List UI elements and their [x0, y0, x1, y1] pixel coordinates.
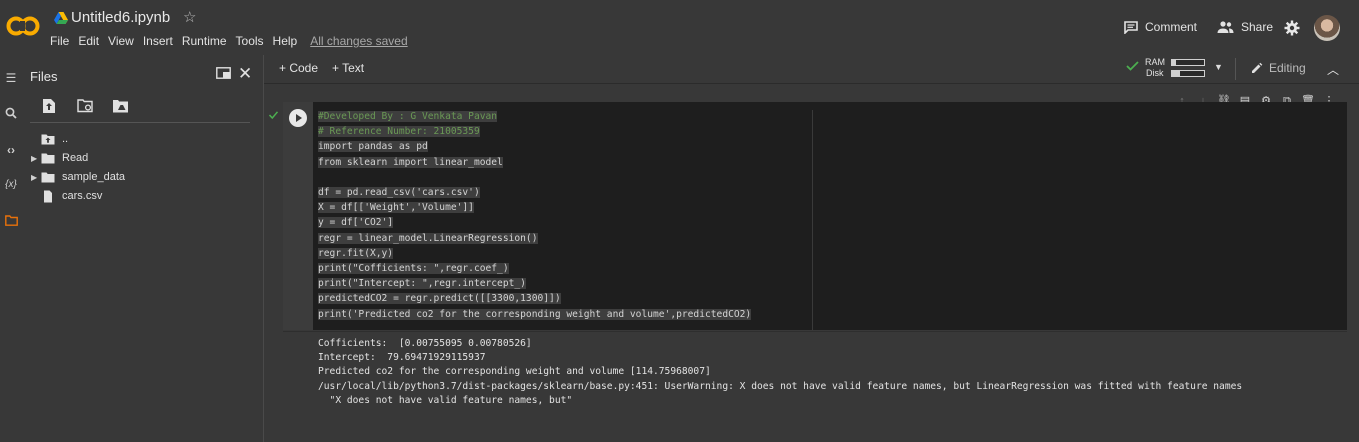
- expand-arrow-icon[interactable]: ▶: [31, 173, 41, 182]
- refresh-folder-icon[interactable]: [77, 99, 94, 113]
- menu-tools[interactable]: Tools: [236, 34, 264, 48]
- drive-icon: [54, 12, 68, 24]
- star-icon[interactable]: ☆: [183, 8, 196, 26]
- files-panel: [22, 55, 264, 442]
- code-line[interactable]: print("Cofficients: ",regr.coef_): [318, 262, 509, 277]
- code-line[interactable]: #Developed By : G Venkata Pavan: [318, 110, 498, 125]
- files-panel-title: Files: [30, 69, 58, 84]
- menu-file[interactable]: File: [50, 34, 69, 48]
- folder-icon[interactable]: [3, 215, 19, 231]
- menu-view[interactable]: View: [108, 34, 134, 48]
- left-rail: ☰ ‹› {x}: [0, 55, 22, 442]
- output-text: Cofficients: [0.00755095 0.00780526] Int…: [318, 338, 1243, 406]
- code-line[interactable]: print('Predicted co2 for the correspondi…: [318, 308, 752, 323]
- menu-insert[interactable]: Insert: [143, 34, 173, 48]
- run-cell-button[interactable]: [289, 109, 307, 127]
- divider: [30, 122, 250, 123]
- tree-item-label: sample_data: [62, 171, 125, 183]
- tree-item-label: Read: [62, 152, 89, 164]
- disk-meter-fill: [1172, 71, 1180, 76]
- folder-icon: [41, 172, 55, 182]
- code-line[interactable]: predictedCO2 = regr.predict([[3300,1300]…: [318, 292, 561, 307]
- code-snippets-icon[interactable]: ‹›: [3, 143, 19, 159]
- search-icon[interactable]: [3, 107, 19, 123]
- editing-mode-button[interactable]: Editing: [1251, 61, 1306, 75]
- folder-icon: [41, 153, 55, 163]
- divider: [1235, 58, 1236, 80]
- avatar[interactable]: [1314, 15, 1340, 41]
- pencil-icon: [1252, 62, 1263, 73]
- menu-runtime[interactable]: Runtime: [182, 34, 227, 48]
- add-text-button[interactable]: + Text: [332, 61, 364, 75]
- folder-up-icon: [41, 134, 55, 144]
- dock-panel-icon[interactable]: [216, 67, 231, 79]
- tree-item-read[interactable]: ▶ Read: [31, 150, 88, 166]
- disk-meter[interactable]: [1171, 70, 1205, 77]
- code-line[interactable]: regr = linear_model.LinearRegression(): [318, 232, 538, 247]
- close-icon[interactable]: ✕: [238, 64, 252, 84]
- variables-icon[interactable]: {x}: [3, 179, 19, 195]
- add-code-button[interactable]: + Code: [279, 61, 318, 75]
- comment-icon: [1124, 20, 1138, 34]
- code-line[interactable]: # Reference Number: 21005359: [318, 125, 480, 140]
- cell-gutter: [283, 102, 313, 330]
- ram-meter-fill: [1172, 60, 1176, 65]
- chevron-down-icon[interactable]: ▼: [1214, 62, 1223, 72]
- share-button[interactable]: Share: [1217, 20, 1273, 34]
- menu-bar: File Edit View Insert Runtime Tools Help…: [50, 34, 417, 48]
- file-icon: [44, 190, 52, 202]
- notebook-title[interactable]: Untitled6.ipynb: [71, 9, 170, 26]
- gear-icon[interactable]: [1284, 20, 1300, 36]
- code-line[interactable]: print("Intercept: ",regr.intercept_): [318, 277, 526, 292]
- chevron-up-icon[interactable]: ︿: [1327, 61, 1339, 78]
- tree-item-cars-csv[interactable]: cars.csv: [31, 188, 102, 204]
- code-line[interactable]: df = pd.read_csv('cars.csv'): [318, 186, 480, 201]
- tree-item-label: cars.csv: [62, 190, 103, 202]
- menu-help[interactable]: Help: [273, 34, 298, 48]
- play-icon: [296, 114, 302, 122]
- people-icon: [1217, 21, 1234, 33]
- tree-item-label: ..: [62, 133, 69, 145]
- tree-item-parent[interactable]: ..: [31, 131, 68, 147]
- editing-label: Editing: [1269, 61, 1306, 75]
- share-label: Share: [1241, 20, 1274, 34]
- comment-label: Comment: [1145, 20, 1198, 34]
- code-line[interactable]: X = df[['Weight','Volume']]: [318, 201, 474, 216]
- upload-icon[interactable]: [42, 98, 56, 114]
- colab-logo[interactable]: [6, 12, 40, 40]
- ram-label: RAM: [1145, 57, 1165, 67]
- disk-label: Disk: [1146, 68, 1164, 78]
- ram-meter[interactable]: [1171, 59, 1205, 66]
- execution-success-icon: [269, 111, 278, 119]
- table-of-contents-icon[interactable]: ☰: [3, 71, 19, 87]
- editor-ruler: [812, 110, 813, 330]
- comment-button[interactable]: Comment: [1124, 20, 1197, 34]
- menu-edit[interactable]: Edit: [78, 34, 99, 48]
- tree-item-sample-data[interactable]: ▶ sample_data: [31, 169, 125, 185]
- code-line[interactable]: from sklearn import linear_model: [318, 156, 503, 171]
- code-line[interactable]: import pandas as pd: [318, 140, 428, 155]
- code-line[interactable]: regr.fit(X,y): [318, 247, 394, 262]
- code-line[interactable]: y = df['CO2']: [318, 216, 394, 231]
- connected-check-icon: [1126, 61, 1139, 71]
- mount-drive-icon[interactable]: [112, 99, 129, 113]
- expand-arrow-icon[interactable]: ▶: [31, 154, 41, 163]
- save-status-link[interactable]: All changes saved: [310, 34, 407, 48]
